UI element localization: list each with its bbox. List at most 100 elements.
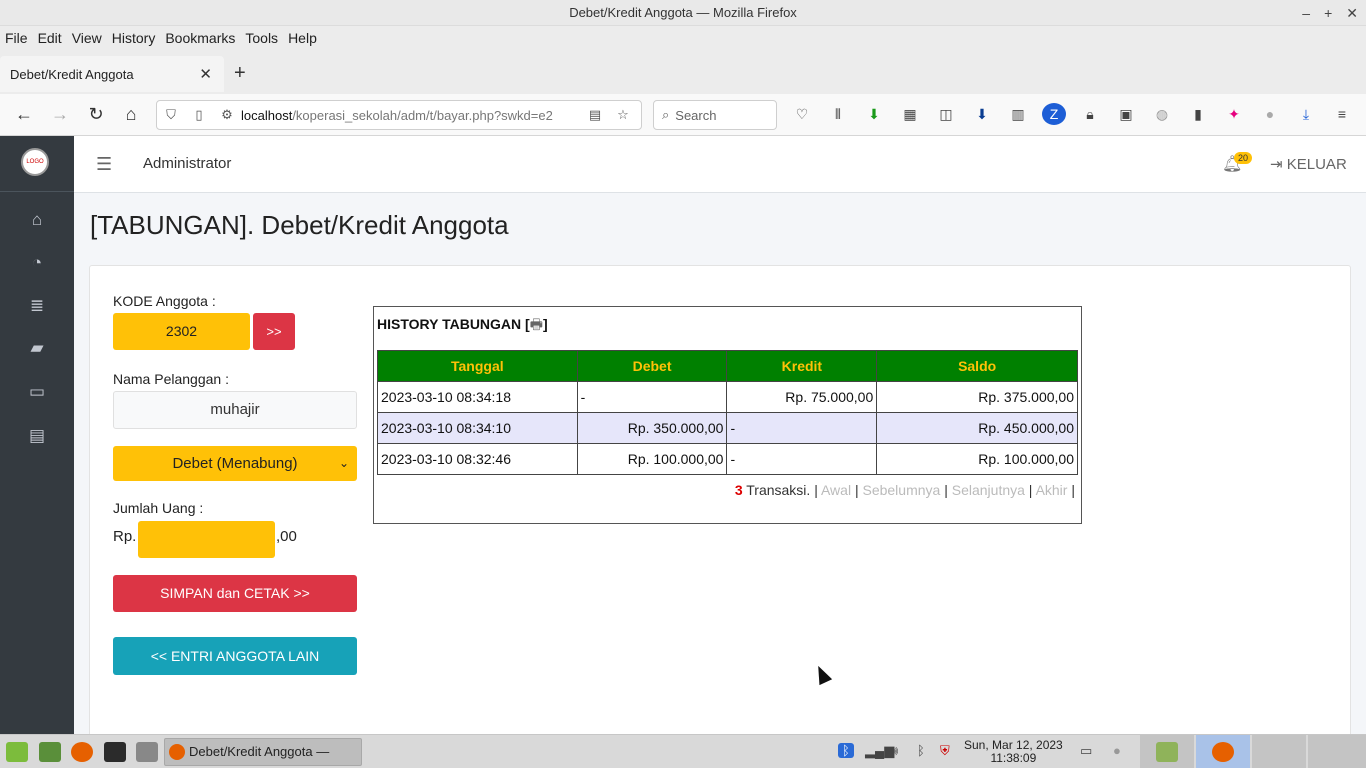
firefox-launcher-icon[interactable] (71, 742, 93, 762)
workspace-files[interactable] (1140, 735, 1194, 768)
sidebar-icon[interactable]: ◫ (934, 103, 958, 125)
pager-last[interactable]: Akhir (1036, 482, 1068, 498)
circle-icon[interactable]: ● (1258, 103, 1282, 125)
kode-submit-button[interactable]: >> (253, 313, 295, 350)
show-desktop-icon[interactable] (39, 742, 61, 762)
taskbar-window-firefox[interactable]: Debet/Kredit Anggota — Mo... (164, 738, 362, 766)
workspace-3[interactable] (1252, 735, 1306, 768)
qr-code-icon[interactable]: ▣ (1114, 103, 1138, 125)
url-host: localhost (241, 107, 293, 123)
history-tabungan-panel: HISTORY TABUNGAN [🖶] Tanggal Debet Kredi… (373, 306, 1082, 524)
menu-history[interactable]: History (112, 30, 156, 46)
files-launcher-icon[interactable] (136, 742, 158, 762)
save-icon[interactable]: ⬇ (970, 103, 994, 125)
toolbar-icons: ♡ ⫴ ⬇ ▦ ◫ ⬇ ▥ Z 🔒︎ ▣ ◍ ▮ ✦ ● ⤓ ≡ (790, 103, 1354, 125)
cell-tanggal: 2023-03-10 08:32:46 (377, 443, 578, 475)
zotero-icon[interactable]: Z (1042, 103, 1066, 125)
logout-link[interactable]: ⇥ KELUAR (1270, 155, 1347, 173)
dashboard-icon[interactable]: ◔ (26, 253, 48, 273)
home-icon[interactable]: ⌂ (120, 104, 142, 125)
bookmark-star-icon[interactable]: ☆ (609, 107, 637, 123)
cell-saldo: Rp. 450.000,00 (876, 412, 1078, 444)
pager-first[interactable]: Awal (821, 482, 851, 498)
reader-view-icon[interactable]: ▤ (581, 107, 609, 123)
pager-prev[interactable]: Sebelumnya (862, 482, 940, 498)
minimize-icon[interactable]: – (1302, 0, 1310, 26)
notification-badge: 20 (1234, 152, 1253, 164)
pagination: 3 Transaksi. | Awal | Sebelumnya | Selan… (734, 482, 1075, 498)
sen-suffix: ,00 (276, 528, 297, 545)
update-shield-icon[interactable]: ⛨ (940, 743, 950, 759)
url-bar[interactable]: ⛉ ▯ ⚙ localhost/koperasi_sekolah/adm/t/b… (156, 100, 642, 130)
volume-icon[interactable]: 🔊︎ (890, 743, 898, 759)
menu-edit[interactable]: Edit (38, 30, 62, 46)
permissions-icon[interactable]: ⚙ (213, 107, 241, 123)
back-icon[interactable]: ← (13, 104, 35, 125)
nama-label: Nama Pelanggan : (113, 371, 229, 387)
pager-next[interactable]: Selanjutnya (952, 482, 1025, 498)
entri-anggota-lain-button[interactable]: << ENTRI ANGGOTA LAIN (113, 637, 357, 675)
menu-view[interactable]: View (72, 30, 102, 46)
firefox-workspace-icon (1212, 742, 1234, 762)
archive-icon[interactable]: ▤ (26, 426, 48, 446)
sidebar-divider (0, 191, 74, 192)
search-icon: ⌕ (662, 107, 670, 122)
rp-prefix: Rp. (113, 528, 137, 545)
downloads-icon[interactable]: ⤓ (1294, 103, 1318, 125)
bluetooth-icon[interactable]: ᛒ (838, 743, 854, 758)
pocket-icon[interactable]: ♡ (790, 103, 814, 125)
home-icon[interactable]: ⌂ (26, 210, 48, 230)
globe-icon[interactable]: ◍ (1150, 103, 1174, 125)
nav-toolbar: ← → ↻ ⌂ ⛉ ▯ ⚙ localhost/koperasi_sekolah… (0, 94, 1366, 136)
sidebar: LOGO ⌂ ◔ ≣ ▰ ▭ ▤ (0, 136, 74, 734)
mint-menu-icon[interactable] (6, 742, 28, 762)
url-text[interactable]: localhost/koperasi_sekolah/adm/t/bayar.p… (241, 108, 581, 123)
kode-label: KODE Anggota : (113, 293, 216, 309)
reload-icon[interactable]: ↻ (85, 104, 107, 125)
maximize-icon[interactable]: + (1324, 0, 1332, 26)
search-input[interactable]: ⌕ Search (653, 100, 777, 130)
shield-icon[interactable]: ⛉ (157, 107, 185, 123)
bluetooth-tray-icon[interactable]: ᛒ (917, 743, 925, 758)
briefcase-icon[interactable]: ▰ (26, 338, 48, 358)
app-logo[interactable]: LOGO (21, 148, 49, 176)
kode-anggota-input[interactable]: 2302 (113, 313, 250, 350)
new-tab-icon[interactable]: + (234, 62, 246, 85)
colorful-extension-icon[interactable]: ✦ (1222, 103, 1246, 125)
power-icon[interactable]: ● (1113, 743, 1121, 758)
lock-icon[interactable]: 🔒︎ (1078, 103, 1102, 125)
menu-file[interactable]: File (5, 30, 28, 46)
download-arrow-icon[interactable]: ⬇ (862, 103, 886, 125)
url-path: /koperasi_sekolah/adm/t/bayar.php?swkd=e… (292, 107, 553, 123)
close-window-icon[interactable]: ✕ (1346, 0, 1358, 26)
extension-icon[interactable]: ▦ (898, 103, 922, 125)
terminal-icon[interactable] (104, 742, 126, 762)
library-icon[interactable]: ⫴ (826, 103, 850, 125)
info-icon[interactable]: ▮ (1186, 103, 1210, 125)
grid-icon[interactable]: ▥ (1006, 103, 1030, 125)
workspace-firefox[interactable] (1196, 735, 1250, 768)
menu-icon[interactable]: ≡ (1330, 103, 1354, 125)
tab-debet-kredit[interactable]: Debet/Kredit Anggota ✕ (0, 56, 224, 92)
nama-pelanggan-field[interactable]: muhajir (113, 391, 357, 429)
jenis-transaksi-select[interactable]: Debet (Menabung) ⌄ (113, 446, 357, 481)
clock[interactable]: Sun, Mar 12, 2023 11:38:09 (964, 739, 1063, 765)
printer-icon[interactable]: 🖶 (530, 316, 543, 332)
simpan-cetak-button[interactable]: SIMPAN dan CETAK >> (113, 575, 357, 612)
cell-kredit: - (726, 412, 878, 444)
jumlah-uang-input[interactable] (138, 521, 275, 558)
table-row: 2023-03-10 08:34:18 - Rp. 75.000,00 Rp. … (377, 381, 1078, 413)
money-icon[interactable]: ▭ (26, 382, 48, 402)
menu-help[interactable]: Help (288, 30, 317, 46)
tab-strip: Debet/Kredit Anggota ✕ + (0, 52, 1366, 94)
menu-tools[interactable]: Tools (245, 30, 278, 46)
battery-icon[interactable]: ▭ (1080, 743, 1092, 759)
hamburger-menu-icon[interactable]: ☰ (96, 154, 112, 175)
col-saldo: Saldo (876, 350, 1078, 382)
cell-debet: - (576, 381, 728, 413)
server-icon[interactable]: ≣ (26, 296, 48, 316)
close-tab-icon[interactable]: ✕ (199, 65, 212, 83)
workspace-4[interactable] (1308, 735, 1366, 768)
menu-bookmarks[interactable]: Bookmarks (165, 30, 235, 46)
forward-icon[interactable]: → (49, 104, 71, 125)
